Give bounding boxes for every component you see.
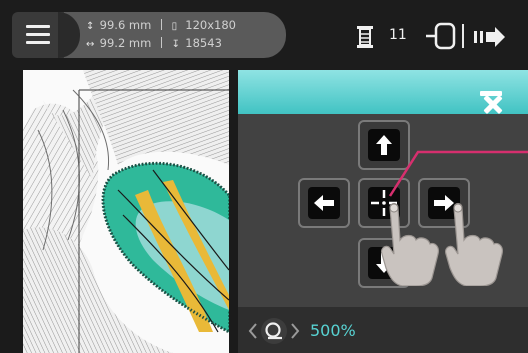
- close-icon: [480, 91, 503, 115]
- hoop-icon: ▯: [171, 21, 178, 32]
- zoom-level: 500%: [310, 321, 356, 340]
- hand-gesture-icon: [445, 202, 503, 286]
- menu-button[interactable]: [12, 12, 64, 58]
- panel-header: [238, 70, 528, 115]
- embroidery-design-preview: [23, 70, 229, 353]
- close-button[interactable]: [478, 80, 506, 115]
- callout-line: [388, 150, 528, 197]
- design-width-row: ↔ 99.2 mm ↧ 18543: [86, 36, 222, 50]
- next-arrow-icon[interactable]: [474, 27, 506, 47]
- hand-gesture-icon: [381, 202, 439, 286]
- hoop-size: 120x180: [185, 18, 237, 32]
- zoom-bar: 500%: [238, 307, 528, 353]
- move-left-button[interactable]: [298, 178, 350, 228]
- design-height: 99.6 mm: [99, 18, 152, 32]
- width-arrow-icon: ↔: [86, 39, 95, 50]
- move-design-panel: 500%: [238, 70, 528, 353]
- stitch-count: 18543: [185, 36, 222, 50]
- needle-icon: ↧: [171, 39, 181, 50]
- height-arrow-icon: ↕: [86, 21, 95, 32]
- arrow-left-icon: [314, 195, 334, 211]
- design-height-row: ↕ 99.6 mm ▯ 120x180: [86, 18, 236, 32]
- color-count: 11: [389, 27, 407, 43]
- hoop-frame-icon[interactable]: [424, 22, 458, 50]
- spool-icon: [357, 26, 373, 48]
- zoom-lens-icon[interactable]: [246, 316, 302, 346]
- design-info-panel: ↕ 99.6 mm ▯ 120x180 ↔ 99.2 mm ↧ 18543: [58, 12, 286, 58]
- top-bar: ↕ 99.6 mm ▯ 120x180 ↔ 99.2 mm ↧ 18543 11: [0, 0, 528, 70]
- design-canvas[interactable]: [23, 70, 229, 353]
- top-divider: [462, 24, 464, 48]
- design-width: 99.2 mm: [99, 36, 152, 50]
